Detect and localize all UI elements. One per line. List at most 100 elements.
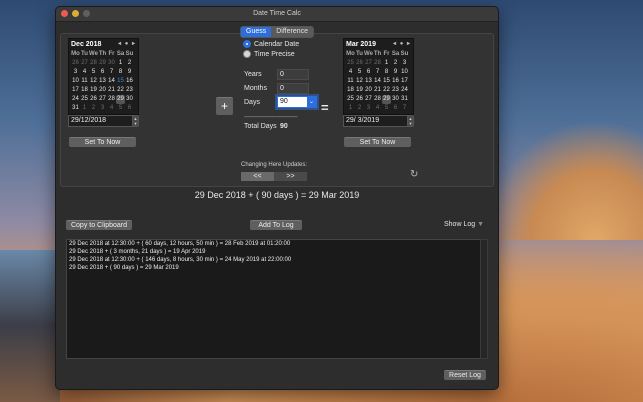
start-day-cell[interactable]: 12 xyxy=(89,77,98,86)
start-day-cell[interactable]: 11 xyxy=(80,77,89,86)
end-calendar[interactable]: Mar 2019 ◂ ● ▸ Mo Tu We Th Fr Sa Su 25 26 27 28 1 2 3… xyxy=(343,38,414,115)
end-day-cell[interactable]: 8 xyxy=(382,68,391,77)
log-list[interactable]: 29 Dec 2018 at 12:30:00 + ( 60 days, 12 … xyxy=(66,239,481,359)
end-day-cell[interactable]: 14 xyxy=(373,77,382,86)
start-date-field[interactable]: 29/12/2018 xyxy=(68,115,134,127)
start-day-cell[interactable]: 2 xyxy=(89,104,98,113)
time-precise-radio[interactable]: Time Precise xyxy=(243,50,295,58)
calendar-date-radio[interactable]: Calendar Date xyxy=(243,40,299,48)
end-day-cell[interactable]: 30 xyxy=(391,95,400,104)
start-day-cell[interactable]: 16 xyxy=(125,77,134,86)
start-day-cell[interactable]: 20 xyxy=(98,86,107,95)
start-day-cell[interactable]: 26 xyxy=(71,59,80,68)
start-day-cell[interactable]: 1 xyxy=(80,104,89,113)
end-day-cell[interactable]: 23 xyxy=(391,86,400,95)
reset-log-button[interactable]: Reset Log xyxy=(444,370,486,380)
end-day-cell[interactable]: 7 xyxy=(373,68,382,77)
start-calendar-nav[interactable]: ◂ ● ▸ xyxy=(118,39,136,50)
end-day-cell[interactable]: 2 xyxy=(355,104,364,113)
copy-to-clipboard-button[interactable]: Copy to Clipboard xyxy=(66,220,132,230)
start-day-cell[interactable]: 6 xyxy=(125,104,134,113)
start-day-cell[interactable]: 5 xyxy=(116,104,125,113)
end-day-cell[interactable]: 5 xyxy=(382,104,391,113)
end-day-cell[interactable]: 19 xyxy=(355,86,364,95)
tab-guess[interactable]: Guess xyxy=(241,27,272,37)
end-date-stepper[interactable]: ▲ ▼ xyxy=(407,115,414,127)
end-day-cell[interactable]: 25 xyxy=(346,95,355,104)
end-day-cell[interactable]: 4 xyxy=(373,104,382,113)
refresh-icon[interactable]: ↻ xyxy=(410,169,418,180)
months-input[interactable]: 0 xyxy=(277,83,309,94)
start-day-cell[interactable]: 30 xyxy=(107,59,116,68)
end-calendar-grid[interactable]: Mo Tu We Th Fr Sa Su 25 26 27 28 1 2 3 4 5 6 7 8 9 10 11 12 13 1… xyxy=(344,50,413,114)
end-day-cell[interactable]: 9 xyxy=(391,68,400,77)
start-day-cell[interactable]: 25 xyxy=(80,95,89,104)
start-day-cell[interactable]: 26 xyxy=(89,95,98,104)
start-day-cell[interactable]: 4 xyxy=(80,68,89,77)
start-day-cell[interactable]: 2 xyxy=(125,59,134,68)
years-input[interactable]: 0 xyxy=(277,69,309,80)
end-day-cell[interactable]: 10 xyxy=(400,68,409,77)
start-day-cell[interactable]: 8 xyxy=(116,68,125,77)
end-day-cell[interactable]: 16 xyxy=(391,77,400,86)
start-day-cell[interactable]: 15 xyxy=(116,77,125,86)
start-day-cell[interactable]: 18 xyxy=(80,86,89,95)
update-right-button[interactable]: >> xyxy=(274,172,307,181)
end-day-cell[interactable]: 22 xyxy=(382,86,391,95)
start-day-cell[interactable]: 22 xyxy=(116,86,125,95)
end-day-cell[interactable]: 20 xyxy=(364,86,373,95)
end-day-cell[interactable]: 28 xyxy=(373,59,382,68)
end-day-cell[interactable]: 4 xyxy=(346,68,355,77)
add-to-log-button[interactable]: Add To Log xyxy=(250,220,302,230)
start-day-cell[interactable]: 30 xyxy=(125,95,134,104)
tab-difference[interactable]: Difference xyxy=(271,27,314,37)
operator-button[interactable]: + xyxy=(216,97,233,115)
start-calendar-grid[interactable]: Mo Tu We Th Fr Sa Su 26 27 28 29 30 1 2 3 4 5 6 7 8 9 10 11 12 1… xyxy=(69,50,138,114)
end-day-cell[interactable]: 6 xyxy=(391,104,400,113)
start-day-cell[interactable]: 9 xyxy=(125,68,134,77)
days-input[interactable]: 90 ⌄ xyxy=(277,96,317,108)
start-set-now-button[interactable]: Set To Now xyxy=(69,137,136,147)
start-day-cell[interactable]: 24 xyxy=(71,95,80,104)
start-day-cell[interactable]: 23 xyxy=(125,86,134,95)
end-day-cell[interactable]: 3 xyxy=(364,104,373,113)
start-day-cell[interactable]: 1 xyxy=(116,59,125,68)
start-day-cell[interactable]: 21 xyxy=(107,86,116,95)
end-day-cell[interactable]: 15 xyxy=(382,77,391,86)
end-day-cell[interactable]: 2 xyxy=(391,59,400,68)
end-day-cell[interactable]: 24 xyxy=(400,86,409,95)
title-bar[interactable]: Date Time Calc xyxy=(56,7,498,22)
log-scrollbar[interactable] xyxy=(480,239,488,359)
start-calendar[interactable]: Dec 2018 ◂ ● ▸ Mo Tu We Th Fr Sa Su 26 27 28 29 30 1… xyxy=(68,38,139,115)
end-day-cell[interactable]: 11 xyxy=(346,77,355,86)
end-day-cell[interactable]: 28 xyxy=(373,95,382,104)
start-day-cell[interactable]: 27 xyxy=(80,59,89,68)
end-day-cell[interactable]: 6 xyxy=(364,68,373,77)
end-date-field[interactable]: 29/ 3/2019 xyxy=(343,115,409,127)
end-day-cell[interactable]: 12 xyxy=(355,77,364,86)
start-day-cell[interactable]: 6 xyxy=(98,68,107,77)
end-day-cell[interactable]: 1 xyxy=(346,104,355,113)
end-day-cell[interactable]: 5 xyxy=(355,68,364,77)
end-calendar-nav[interactable]: ◂ ● ▸ xyxy=(393,39,411,50)
update-left-button[interactable]: << xyxy=(241,172,274,181)
end-set-now-button[interactable]: Set To Now xyxy=(344,137,411,147)
end-day-cell[interactable]: 1 xyxy=(382,59,391,68)
start-day-cell[interactable]: 3 xyxy=(98,104,107,113)
start-day-cell[interactable]: 14 xyxy=(107,77,116,86)
start-day-cell[interactable]: 10 xyxy=(71,77,80,86)
start-day-cell[interactable]: 17 xyxy=(71,86,80,95)
end-day-cell[interactable]: 27 xyxy=(364,95,373,104)
show-log-toggle[interactable]: Show Log ▼ xyxy=(444,221,484,228)
chevron-down-icon[interactable]: ⌄ xyxy=(307,97,316,107)
end-day-cell[interactable]: 26 xyxy=(355,59,364,68)
end-day-cell[interactable]: 18 xyxy=(346,86,355,95)
start-day-cell[interactable]: 29 xyxy=(116,95,125,104)
end-day-cell[interactable]: 7 xyxy=(400,104,409,113)
end-day-cell[interactable]: 29 xyxy=(382,95,391,104)
end-day-cell[interactable]: 26 xyxy=(355,95,364,104)
start-day-cell[interactable]: 27 xyxy=(98,95,107,104)
start-day-cell[interactable]: 28 xyxy=(107,95,116,104)
start-day-cell[interactable]: 29 xyxy=(98,59,107,68)
start-day-cell[interactable]: 28 xyxy=(89,59,98,68)
